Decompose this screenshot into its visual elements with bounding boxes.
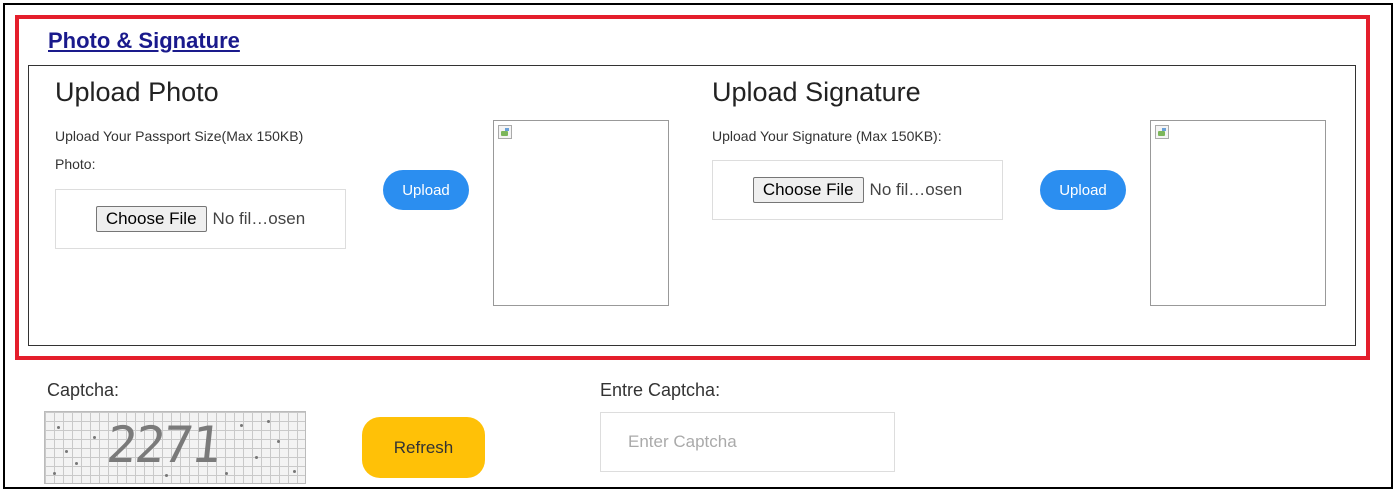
photo-no-file-text: No fil…osen — [212, 209, 306, 228]
captcha-noise — [57, 426, 60, 429]
captcha-noise — [93, 436, 96, 439]
signature-heading: Upload Signature — [712, 77, 921, 107]
captcha-noise — [240, 424, 243, 427]
captcha-image: 2271 — [44, 411, 306, 484]
captcha-code: 2271 — [103, 416, 223, 474]
captcha-noise — [65, 450, 68, 453]
captcha-noise — [225, 472, 228, 475]
broken-image-icon — [498, 125, 512, 139]
signature-file-input[interactable]: Choose File No fil…osen — [712, 160, 1003, 220]
captcha-noise — [293, 470, 296, 473]
captcha-noise — [277, 440, 280, 443]
photo-preview — [493, 120, 669, 306]
signature-upload-button[interactable]: Upload — [1040, 170, 1126, 210]
broken-image-icon — [1155, 125, 1169, 139]
photo-desc-line2: Photo: — [55, 156, 96, 172]
captcha-noise — [267, 420, 270, 423]
captcha-input[interactable] — [600, 412, 895, 472]
signature-choose-file-button[interactable]: Choose File — [752, 177, 864, 203]
captcha-noise — [165, 474, 168, 477]
upload-panel: Upload Photo Upload Your Passport Size(M… — [28, 65, 1356, 346]
photo-heading: Upload Photo — [55, 77, 219, 107]
signature-preview — [1150, 120, 1326, 306]
photo-desc-line1: Upload Your Passport Size(Max 150KB) — [55, 128, 304, 144]
captcha-noise — [255, 456, 258, 459]
enter-captcha-label: Entre Captcha: — [600, 380, 721, 400]
captcha-noise — [53, 472, 56, 475]
section-title-link[interactable]: Photo & Signature — [48, 28, 240, 54]
captcha-label: Captcha: — [47, 380, 120, 400]
photo-file-input[interactable]: Choose File No fil…osen — [55, 189, 346, 249]
signature-no-file-text: No fil…osen — [869, 180, 963, 199]
signature-desc: Upload Your Signature (Max 150KB): — [712, 128, 942, 144]
refresh-captcha-button[interactable]: Refresh — [362, 417, 485, 478]
captcha-noise — [75, 462, 78, 465]
photo-upload-button[interactable]: Upload — [383, 170, 469, 210]
photo-choose-file-button[interactable]: Choose File — [95, 206, 207, 232]
